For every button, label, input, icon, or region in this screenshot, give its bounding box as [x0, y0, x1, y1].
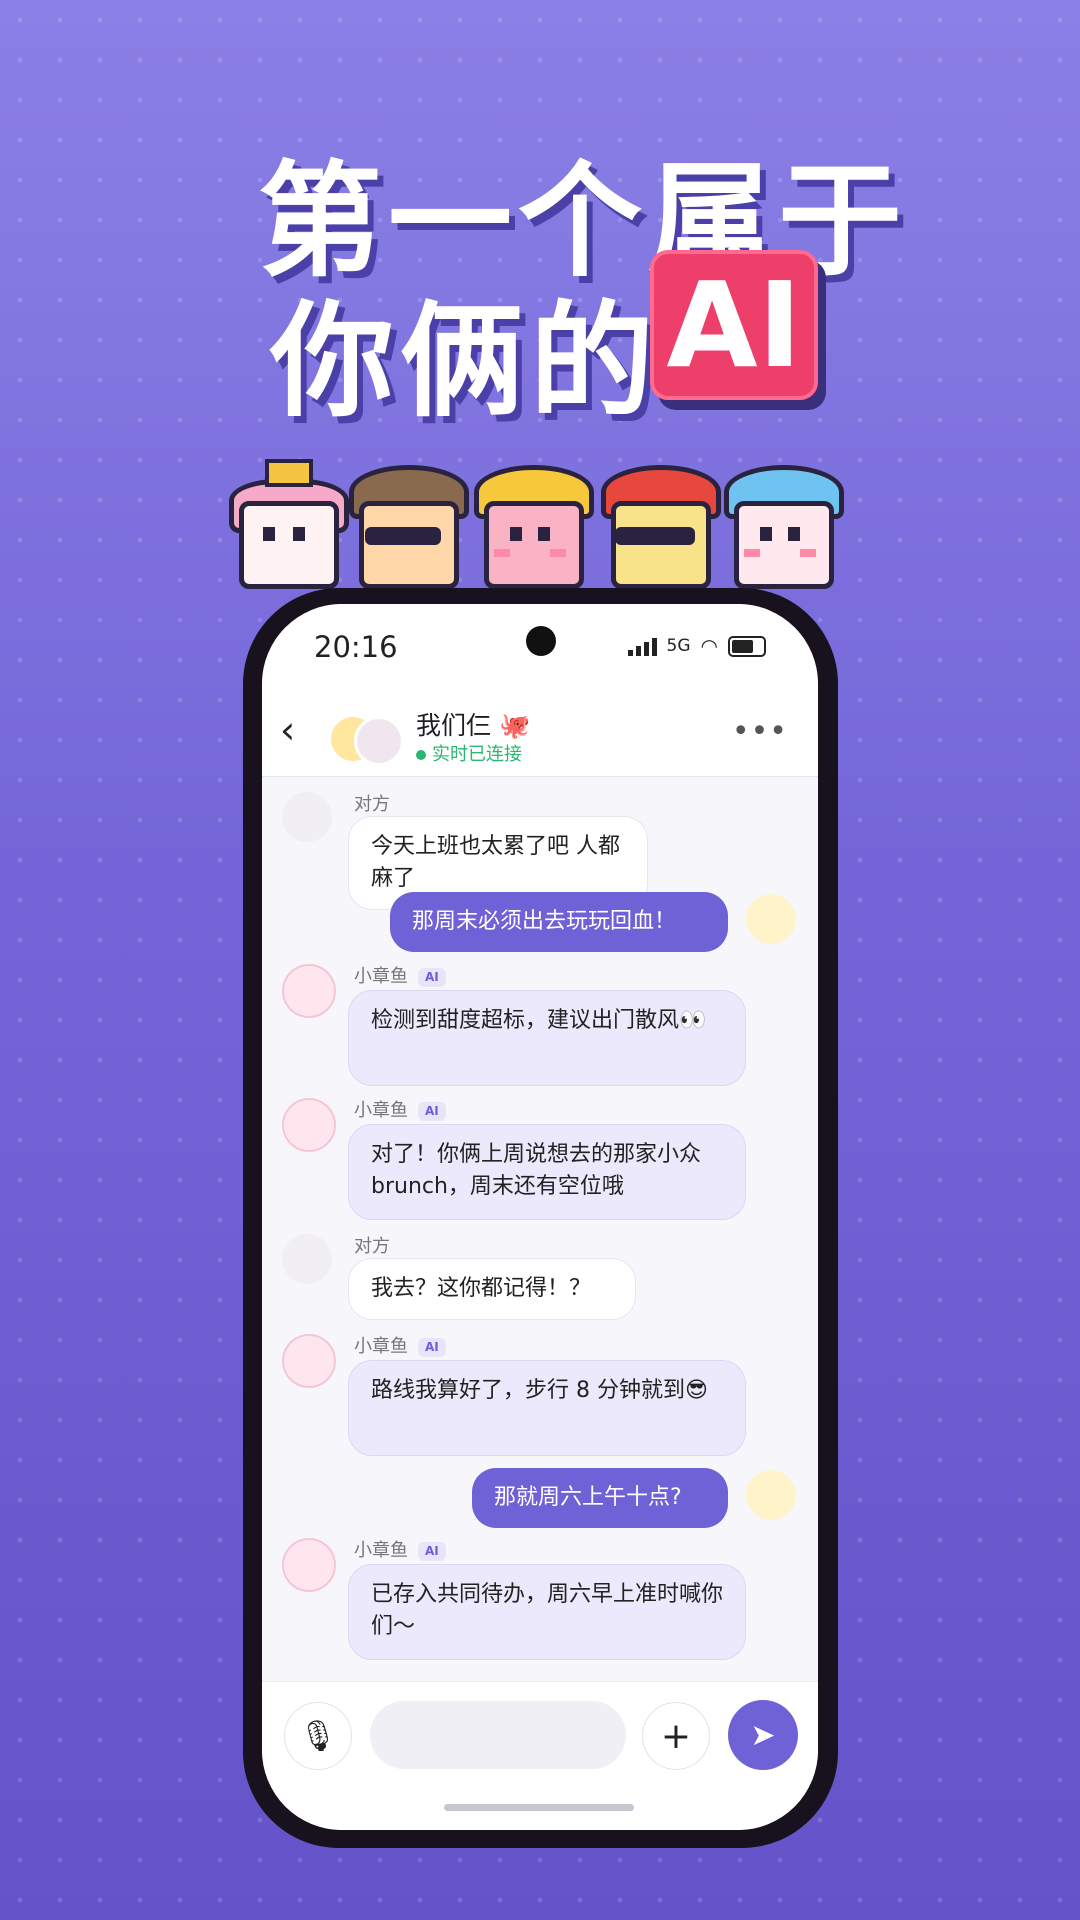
princess-mascot-icon [225, 459, 349, 605]
propeller-hat-mascot-icon [597, 465, 721, 605]
message-composer: 🎙 + ➤ [262, 1681, 818, 1830]
sender-name: 小章鱼 AI [354, 1332, 446, 1358]
message-bubble[interactable]: 对了！你俩上周说想去的那家小众 brunch，周末还有空位哦 [348, 1124, 746, 1220]
headline-line-2: 你俩的 [270, 290, 661, 434]
front-camera [526, 626, 556, 656]
ai-tag: AI [418, 1101, 446, 1121]
chevron-left-icon[interactable]: ‹ [280, 708, 295, 752]
cap-mascot-icon [720, 465, 844, 605]
plus-icon: + [660, 1715, 692, 1757]
message-input[interactable] [370, 1701, 626, 1769]
microphone-icon: 🎙 [298, 1718, 338, 1754]
more-options-button[interactable]: ••• [732, 714, 788, 749]
chat-header: ‹ 我们仨 🐙 实时已连接 ••• [262, 694, 818, 777]
sender-name: 小章鱼 AI [354, 1096, 446, 1122]
message-bubble[interactable]: 那周末必须出去玩玩回血！ [390, 892, 728, 952]
dj-octopus-mascot-icon [470, 465, 594, 605]
phone-screen: 20:16 5G ◠ ‹ 我们仨 🐙 实时已连接 ••• 对方 今天上班也太累了… [262, 604, 818, 1830]
connection-status-text: 实时已连接 [432, 744, 522, 765]
group-avatar[interactable] [328, 712, 408, 766]
octopus-ai-avatar[interactable] [282, 1538, 336, 1592]
network-label: 5G [666, 636, 691, 656]
signal-icon [627, 636, 657, 656]
connection-status: 实时已连接 [416, 740, 522, 766]
my-avatar[interactable] [746, 1470, 796, 1520]
home-indicator [444, 1804, 634, 1811]
ai-badge: AI [650, 250, 818, 400]
message-list[interactable]: 对方 今天上班也太累了吧 人都麻了 那周末必须出去玩玩回血！ 小章鱼 AI 检测到… [262, 776, 818, 1681]
sender-name: 小章鱼 AI [354, 962, 446, 988]
sender-name: 对方 [354, 794, 390, 815]
peer-avatar[interactable] [282, 1234, 332, 1284]
message-bubble[interactable]: 检测到甜度超标，建议出门散风👀 [348, 990, 746, 1086]
member-avatar-2 [354, 716, 404, 766]
ai-tag: AI [418, 1337, 446, 1357]
add-attachment-button[interactable]: + [642, 1702, 710, 1770]
octopus-ai-avatar[interactable] [282, 964, 336, 1018]
message-bubble[interactable]: 那就周六上午十点? [472, 1468, 728, 1528]
message-bubble[interactable]: 已存入共同待办，周六早上准时喊你们～ [348, 1564, 746, 1660]
send-button[interactable]: ➤ [728, 1700, 798, 1770]
sender-name: 对方 [354, 1236, 390, 1257]
peer-avatar[interactable] [282, 792, 332, 842]
sender-name: 小章鱼 AI [354, 1536, 446, 1562]
octopus-ai-avatar[interactable] [282, 1098, 336, 1152]
message-bubble[interactable]: 路线我算好了，步行 8 分钟就到😎 [348, 1360, 746, 1456]
status-time: 20:16 [314, 630, 398, 664]
status-bar: 20:16 5G ◠ [262, 604, 818, 694]
ai-tag: AI [418, 1541, 446, 1561]
chat-title[interactable]: 我们仨 🐙 [416, 706, 530, 742]
online-dot-icon [416, 750, 426, 760]
message-bubble[interactable]: 我去？这你都记得！？ [348, 1258, 636, 1320]
viking-mascot-icon [345, 465, 469, 605]
ai-tag: AI [418, 967, 446, 987]
battery-icon [728, 635, 766, 657]
octopus-ai-avatar[interactable] [282, 1334, 336, 1388]
wifi-icon: ◠ [700, 634, 718, 658]
send-icon: ➤ [750, 1717, 776, 1753]
my-avatar[interactable] [746, 894, 796, 944]
microphone-button[interactable]: 🎙 [284, 1702, 352, 1770]
mascot-group [225, 425, 865, 605]
